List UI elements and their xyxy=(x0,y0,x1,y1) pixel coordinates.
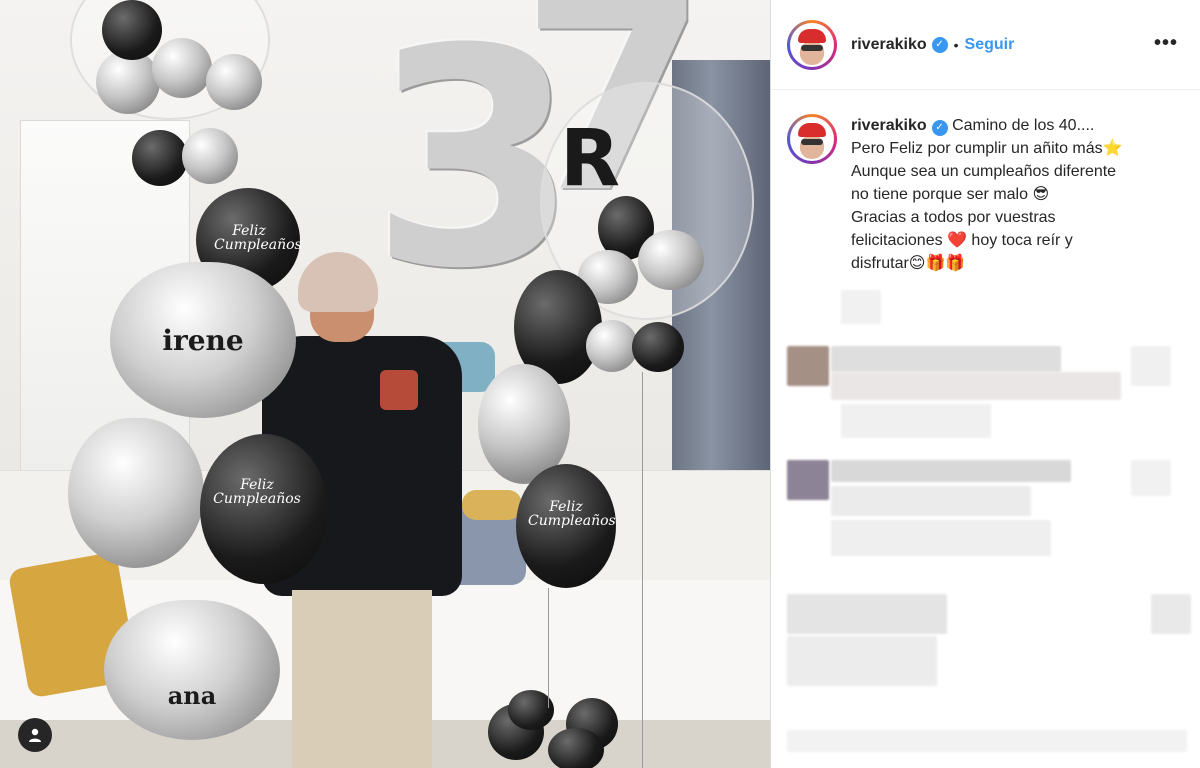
sweater-patch xyxy=(380,370,418,410)
caption-line: Aunque sea un cumpleaños diferente xyxy=(851,163,1117,180)
blurred-comment-line xyxy=(831,460,1071,482)
silver-balloon xyxy=(182,128,238,184)
post-caption: riverakiko ✓ Camino de los 40.... Pero Fe… xyxy=(771,90,1200,275)
blurred-comment-line xyxy=(831,372,1121,400)
avatar-image xyxy=(792,24,832,65)
black-balloon xyxy=(200,434,328,584)
author-username[interactable]: riverakiko xyxy=(851,36,927,54)
heart-balloon-label: ana xyxy=(167,680,217,710)
caption-text: riverakiko ✓ Camino de los 40.... Pero Fe… xyxy=(851,114,1181,275)
black-balloon xyxy=(632,322,684,372)
silver-balloon xyxy=(152,38,212,98)
balloon-print-text: Feliz Cumpleaños xyxy=(528,499,616,529)
blurred-comment-block xyxy=(1151,594,1191,634)
blurred-comment-line xyxy=(787,594,947,634)
black-balloon xyxy=(548,728,604,768)
caption-line: no tiene porque ser malo 😎 xyxy=(851,186,1050,203)
post-header: riverakiko ✓ • Seguir ••• xyxy=(771,0,1200,90)
verified-badge-icon: ✓ xyxy=(931,36,948,53)
caption-line: disfrutar😊🎁🎁 xyxy=(851,255,966,272)
blurred-comment-block xyxy=(841,290,881,324)
blurred-comment-block xyxy=(1131,460,1171,496)
mustard-cushion xyxy=(462,490,522,520)
balloon-string xyxy=(642,372,643,768)
black-balloon xyxy=(132,130,188,186)
caption-line: Pero Feliz por cumplir un añito más⭐ xyxy=(851,140,1123,157)
heart-balloon-irene: irene xyxy=(110,262,296,418)
blurred-comment-line xyxy=(841,404,991,438)
blurred-comment-avatar xyxy=(787,346,829,386)
blurred-comment-avatar xyxy=(787,460,829,500)
heart-balloon-label: irene xyxy=(162,323,244,357)
black-balloon xyxy=(102,0,162,60)
caption-line: Camino de los 40.... xyxy=(952,117,1095,134)
heart-balloon xyxy=(68,418,204,568)
blurred-comment-line xyxy=(787,636,937,686)
post-side-panel: riverakiko ✓ • Seguir ••• riverakiko ✓ Ca… xyxy=(770,0,1200,768)
follow-button[interactable]: Seguir xyxy=(965,36,1015,54)
author-avatar[interactable] xyxy=(787,19,837,70)
blurred-comment-line xyxy=(831,486,1031,516)
caption-author-avatar[interactable] xyxy=(787,114,837,164)
avatar-image xyxy=(792,119,832,159)
balloon-print-text: Feliz Cumpleaños xyxy=(213,477,301,507)
header-separator: • xyxy=(953,36,959,53)
blurred-comment-line xyxy=(831,346,1061,372)
balloon-string xyxy=(548,588,549,708)
user-tag-icon xyxy=(29,728,41,742)
silver-balloon xyxy=(586,320,638,372)
person-pants xyxy=(292,590,432,768)
blurred-comment-line xyxy=(787,730,1187,752)
post-photo[interactable]: 3 7 Feliz Cumpleaños irene Feliz Cumplea… xyxy=(0,0,770,768)
more-options-icon[interactable]: ••• xyxy=(1154,32,1178,55)
blurred-comment-line xyxy=(831,520,1051,556)
caption-line: felicitaciones ❤️ hoy toca reír y xyxy=(851,232,1073,249)
user-tag-button[interactable] xyxy=(18,718,52,752)
silver-balloon xyxy=(638,230,704,290)
caption-line: Gracias a todos por vuestras xyxy=(851,209,1056,226)
balloon-print-text: Feliz Cumpleaños xyxy=(214,223,302,253)
silver-balloon xyxy=(206,54,262,110)
blurred-comment-block xyxy=(1131,346,1171,386)
heart-balloon-ana: ana xyxy=(104,600,280,740)
verified-badge-icon: ✓ xyxy=(931,119,948,136)
caption-username[interactable]: riverakiko xyxy=(851,117,927,134)
balloon-monogram: R xyxy=(560,114,621,204)
